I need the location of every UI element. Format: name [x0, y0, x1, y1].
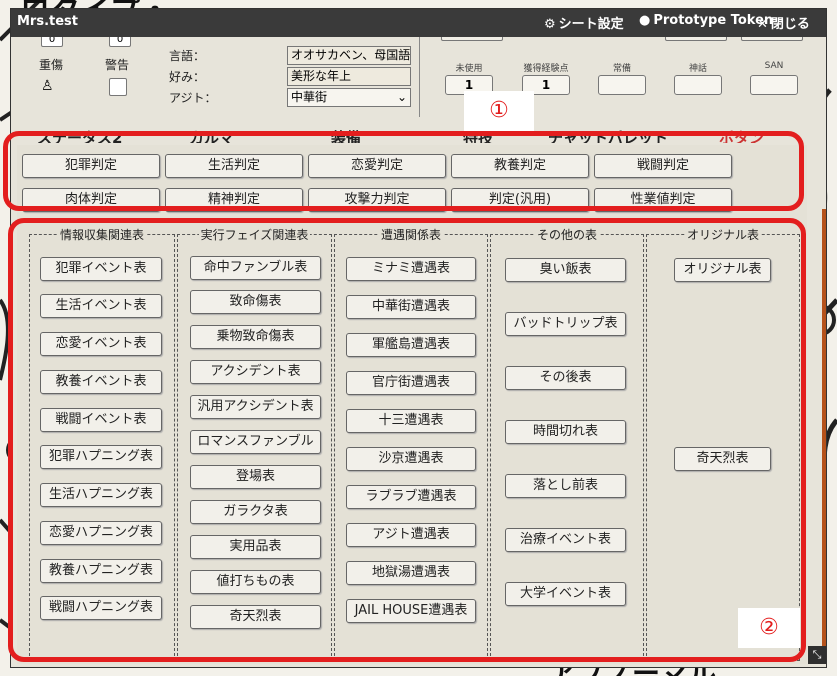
prototype-token-label: Prototype Token: [653, 13, 774, 28]
stat-label-standby: 常備: [612, 64, 631, 74]
injury-label: 重傷: [39, 58, 64, 72]
stat-label-earned-exp: 獲得経験点: [523, 64, 569, 74]
top-stat-boxes: [413, 37, 809, 43]
annotation-marker-2: ②: [738, 608, 800, 648]
annotation-marker-1: ①: [464, 91, 534, 131]
stat-box-top: [441, 37, 503, 41]
close-icon: ✕: [757, 17, 768, 32]
scrollbar[interactable]: [822, 209, 826, 649]
stat-label-myth: 神話: [688, 64, 707, 74]
warning-label: 警告: [105, 58, 130, 72]
annotation-box-2: [8, 218, 806, 662]
person-icon: ♙: [41, 78, 54, 94]
hideout-select[interactable]: 中華街 ⌄: [287, 88, 411, 107]
prototype-token-button[interactable]: ● Prototype Token: [639, 13, 773, 28]
stat-box-top: [665, 37, 727, 41]
stat-san-field[interactable]: [750, 75, 798, 95]
user-circle-icon: ●: [639, 13, 651, 28]
likes-label: 好み：: [169, 70, 206, 84]
injury-counter[interactable]: 0: [41, 37, 63, 47]
hideout-selected-value: 中華街: [291, 90, 328, 104]
stat-myth-field[interactable]: [674, 75, 722, 95]
annotation-box-1: [3, 131, 804, 211]
window-titlebar[interactable]: Mrs.test ⚙ シート設定 ● Prototype Token ✕ 閉じる: [11, 9, 826, 37]
language-label: 言語：: [169, 49, 206, 63]
warning-counter[interactable]: 0: [109, 37, 131, 47]
gear-icon: ⚙: [544, 17, 556, 32]
stat-label-unused: 未使用: [455, 64, 483, 74]
warning-checkbox[interactable]: [109, 78, 127, 96]
stat-label-san: SAN: [764, 61, 784, 71]
stat-box-top: [741, 37, 803, 41]
hideout-label: アジト：: [169, 91, 217, 105]
close-button[interactable]: ✕ 閉じる: [757, 13, 810, 32]
chevron-down-icon: ⌄: [396, 90, 407, 104]
sheet-settings-label: シート設定: [558, 17, 624, 32]
stat-standby-field[interactable]: [598, 75, 646, 95]
language-field[interactable]: オオサカベン、母国語: [287, 46, 411, 65]
resize-handle-icon[interactable]: ⤡: [808, 646, 826, 664]
close-label: 閉じる: [770, 17, 810, 32]
divider: [419, 37, 420, 117]
character-info-section: 0 0 重傷 警告 ♙ 言語： オオサカベン、母国語 好み： 美形な年上 アジト…: [11, 37, 826, 123]
window-title: Mrs.test: [17, 14, 79, 29]
sheet-settings-button[interactable]: ⚙ シート設定: [544, 13, 624, 32]
likes-field[interactable]: 美形な年上: [287, 67, 411, 86]
